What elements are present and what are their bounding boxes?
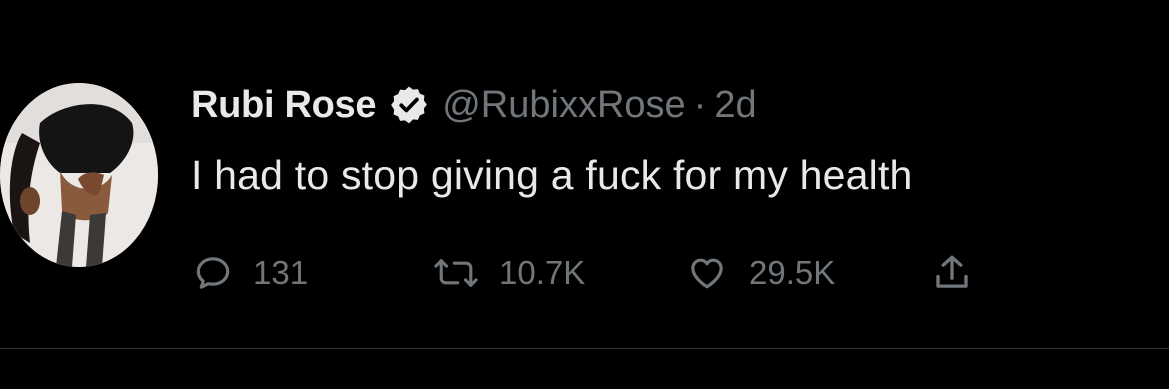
reply-button[interactable]: 131 (193, 250, 308, 296)
retweet-button[interactable]: 10.7K (433, 250, 585, 296)
retweet-icon (434, 259, 478, 287)
profile-photo (0, 83, 158, 267)
verified-badge-icon (388, 84, 430, 126)
share-button[interactable] (931, 250, 973, 296)
divider (0, 348, 1169, 349)
tweet-timestamp[interactable]: 2d (714, 84, 756, 127)
author-handle[interactable]: @RubixxRose (442, 84, 685, 127)
tweet-actions: 131 10.7K 29.5K (193, 250, 1013, 296)
tweet-text: I had to stop giving a fuck for my healt… (191, 152, 913, 198)
tweet[interactable]: Rubi Rose @RubixxRose · 2d I had to stop… (0, 0, 1169, 389)
like-button[interactable]: 29.5K (685, 250, 835, 296)
share-icon (936, 255, 968, 288)
retweet-count: 10.7K (499, 254, 586, 291)
author-name[interactable]: Rubi Rose (191, 84, 377, 127)
avatar[interactable] (0, 83, 158, 267)
like-count: 29.5K (749, 254, 836, 291)
header-separator: · (693, 83, 707, 126)
reply-count: 131 (253, 254, 309, 291)
heart-icon (691, 258, 723, 289)
reply-icon (196, 257, 230, 289)
tweet-header: Rubi Rose @RubixxRose · 2d (191, 80, 757, 130)
